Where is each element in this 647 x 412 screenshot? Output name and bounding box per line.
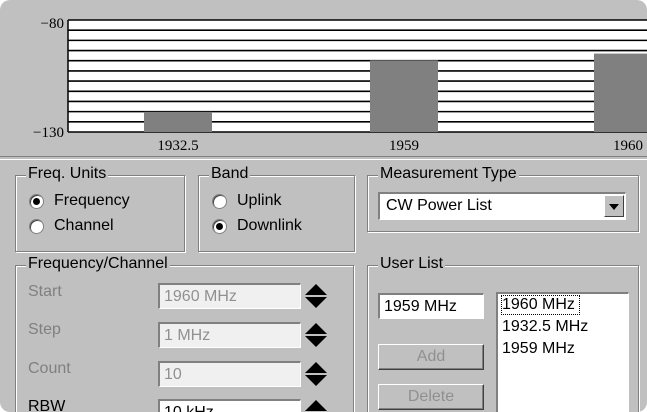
radio-downlink[interactable]: Downlink bbox=[212, 215, 302, 237]
radio-selected-dot bbox=[33, 197, 40, 205]
bar bbox=[144, 111, 212, 132]
step-spinner[interactable] bbox=[305, 321, 329, 349]
add-button[interactable]: Add bbox=[378, 344, 484, 370]
spin-up-icon[interactable] bbox=[305, 362, 327, 373]
measurement-type-title: Measurement Type bbox=[378, 165, 519, 183]
radio-channel-label: Channel bbox=[54, 217, 114, 234]
start-spinner[interactable] bbox=[305, 282, 329, 310]
list-item[interactable]: 1960 MHz bbox=[501, 295, 580, 315]
list-item[interactable]: 1959 MHz bbox=[502, 340, 575, 358]
rbw-field[interactable]: 10 kHz bbox=[158, 399, 301, 412]
frequency-channel-title: Frequency/Channel bbox=[26, 255, 170, 273]
radio-frequency-indicator[interactable] bbox=[29, 193, 44, 209]
start-field[interactable]: 1960 MHz bbox=[158, 283, 301, 309]
freq-units-title: Freq. Units bbox=[26, 165, 109, 183]
band-group: Band Uplink Downlink bbox=[198, 165, 355, 252]
measurement-type-value: CW Power List bbox=[386, 197, 492, 214]
rbw-spinner[interactable] bbox=[305, 398, 329, 412]
y-tick-label: −80 bbox=[41, 16, 64, 32]
frequency-channel-group: Frequency/Channel Start 1960 MHz Step 1 … bbox=[15, 255, 354, 412]
count-label: Count bbox=[28, 360, 71, 377]
count-spinner[interactable] bbox=[305, 360, 329, 388]
radio-uplink[interactable]: Uplink bbox=[212, 190, 281, 212]
radio-downlink-indicator[interactable] bbox=[212, 218, 227, 234]
x-tick-label: 1959 bbox=[389, 138, 419, 154]
user-list-group: User List 1959 MHz Add Delete 1960 MHz 1… bbox=[367, 255, 639, 412]
radio-frequency-label: Frequency bbox=[54, 192, 130, 209]
spin-down-icon[interactable] bbox=[305, 336, 327, 347]
bar bbox=[370, 60, 438, 132]
user-list-title: User List bbox=[378, 255, 446, 273]
delete-button[interactable]: Delete bbox=[378, 384, 484, 410]
measurement-type-select[interactable]: CW Power List bbox=[378, 192, 626, 220]
radio-downlink-label: Downlink bbox=[237, 217, 302, 234]
count-field[interactable]: 10 bbox=[158, 361, 301, 387]
spin-up-icon[interactable] bbox=[305, 323, 327, 334]
measurement-type-group: Measurement Type CW Power List bbox=[367, 165, 639, 232]
user-list-box[interactable]: 1960 MHz 1932.5 MHz 1959 MHz bbox=[496, 292, 629, 412]
radio-frequency[interactable]: Frequency bbox=[29, 190, 130, 212]
power-chart: −80 −130 1932.5 1959 1960 bbox=[0, 0, 647, 158]
spin-up-icon[interactable] bbox=[305, 284, 327, 295]
step-field[interactable]: 1 MHz bbox=[158, 322, 301, 348]
app-window: −80 −130 1932.5 1959 1960 Freq. Units Freque… bbox=[0, 0, 647, 412]
y-tick-label: −130 bbox=[33, 125, 64, 141]
spin-up-icon[interactable] bbox=[305, 400, 327, 411]
rbw-label: RBW bbox=[28, 398, 66, 412]
radio-uplink-label: Uplink bbox=[237, 192, 282, 209]
chevron-down-icon bbox=[609, 204, 619, 210]
bar bbox=[594, 53, 647, 132]
freq-units-group: Freq. Units Frequency Channel bbox=[15, 165, 185, 252]
spin-down-icon[interactable] bbox=[305, 375, 327, 386]
user-list-input[interactable]: 1959 MHz bbox=[378, 293, 484, 319]
chart-divider bbox=[0, 156, 647, 160]
start-label: Start bbox=[28, 283, 62, 300]
radio-channel-indicator[interactable] bbox=[29, 218, 44, 234]
radio-selected-dot bbox=[216, 222, 223, 230]
x-tick-label: 1932.5 bbox=[157, 138, 198, 154]
spin-down-icon[interactable] bbox=[305, 297, 327, 308]
step-label: Step bbox=[28, 321, 61, 338]
band-title: Band bbox=[209, 165, 251, 183]
list-item[interactable]: 1932.5 MHz bbox=[502, 318, 588, 336]
x-tick-label: 1960 bbox=[613, 138, 643, 154]
power-chart-plot: −80 −130 1932.5 1959 1960 bbox=[33, 16, 647, 154]
dropdown-button[interactable] bbox=[604, 195, 624, 217]
radio-channel[interactable]: Channel bbox=[29, 215, 114, 237]
radio-uplink-indicator[interactable] bbox=[212, 193, 227, 209]
